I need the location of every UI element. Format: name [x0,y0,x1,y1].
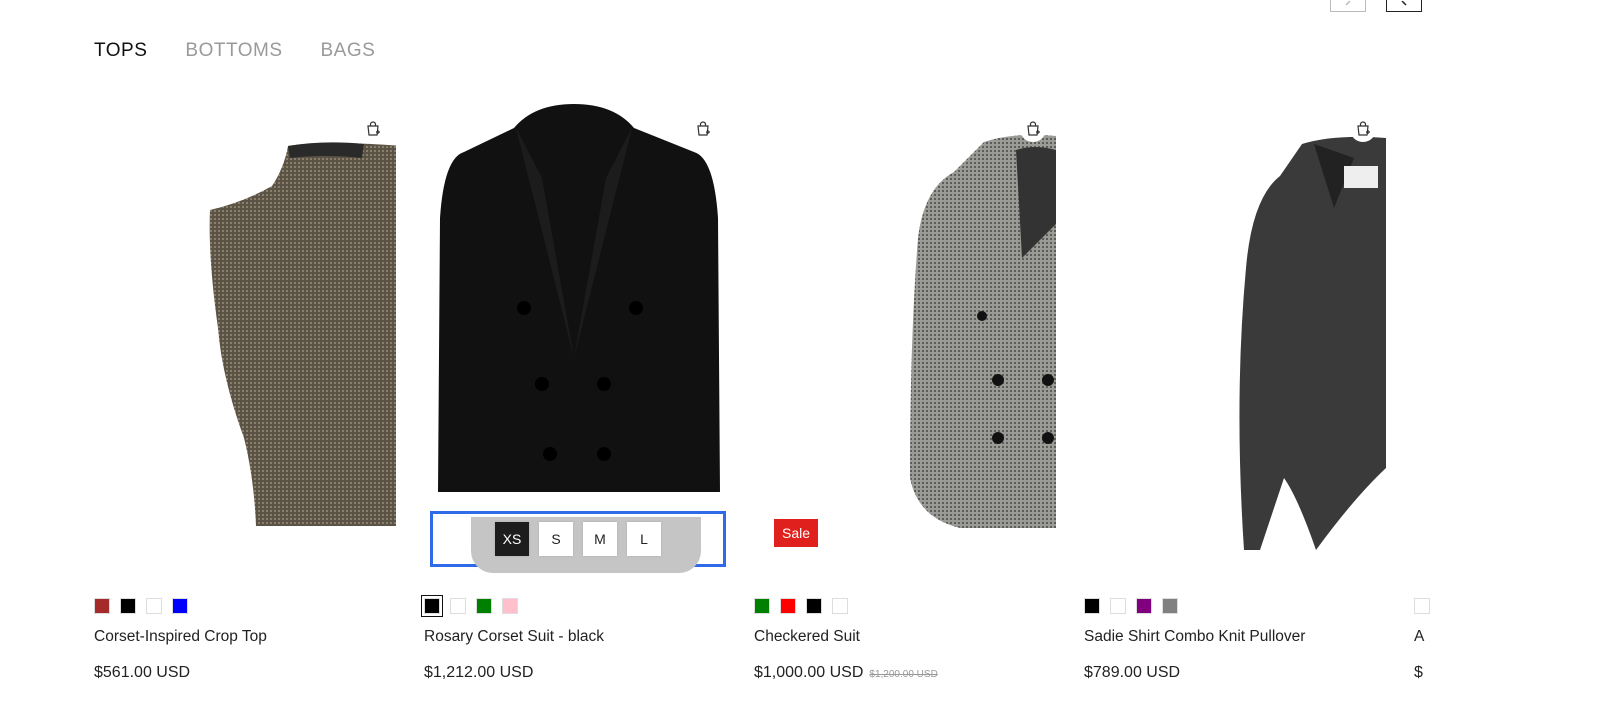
original-price: $1,200.00 USD [869,669,938,680]
product-card[interactable]: Sale Checkered Suit $1,000.00 USD $1,200.… [754,98,1056,681]
category-tabs: TOPS BOTTOMS BAGS [94,40,375,62]
color-swatch[interactable] [450,598,466,614]
color-swatches [421,595,518,617]
color-swatch[interactable] [476,598,492,614]
color-swatch[interactable] [120,598,136,614]
product-price: $1,212.00 USD [424,664,533,682]
tab-bags[interactable]: BAGS [321,40,376,62]
size-option-l[interactable]: L [627,522,661,556]
product-name[interactable]: A [1414,628,1424,646]
carousel-arrows [1330,0,1422,12]
price: $ [1414,664,1423,681]
color-swatch[interactable] [806,598,822,614]
color-swatch[interactable] [1136,598,1152,614]
add-to-cart-icon [697,121,710,136]
product-price: $561.00 USD [94,664,190,682]
color-swatch[interactable] [832,598,848,614]
carousel-prev-button[interactable] [1330,0,1366,12]
product-name[interactable]: Corset-Inspired Crop Top [94,628,267,646]
color-swatches [1084,598,1178,614]
knit-top-image [209,142,402,526]
chevron-left-icon [1345,1,1351,6]
color-swatch[interactable] [754,598,770,614]
color-swatch[interactable] [1110,598,1126,614]
size-selector: XS S M L [430,511,726,573]
price: $789.00 USD [1084,664,1181,681]
size-options: XS S M L [495,522,661,556]
product-card[interactable]: Sadie Shirt Combo Knit Pullover $789.00 … [1084,98,1386,681]
chevron-right-icon [1401,1,1407,6]
color-swatch[interactable] [502,598,518,614]
color-swatches [94,598,188,614]
color-swatch[interactable] [780,598,796,614]
price: $1,212.00 USD [424,664,534,681]
pullover-image [1239,136,1386,550]
color-swatches [1414,598,1430,614]
product-card[interactable]: XS S M L Rosary Corset Suit - black $1,2… [421,98,726,681]
tab-tops[interactable]: TOPS [94,40,147,62]
product-image[interactable]: XS S M L [424,98,726,573]
product-name[interactable]: Checkered Suit [754,628,860,646]
product-grid: Corset-Inspired Crop Top $561.00 USD XS … [94,98,1454,717]
add-to-cart-icon [367,121,380,136]
blazer-image [438,104,720,492]
color-swatches [754,598,848,614]
size-option-s[interactable]: S [539,522,573,556]
size-option-m[interactable]: M [583,522,617,556]
price: $561.00 USD [94,664,191,681]
checkered-blazer-image [910,134,1056,528]
product-price: $789.00 USD [1084,664,1180,682]
add-to-cart-button[interactable] [360,116,386,142]
add-to-cart-button[interactable] [690,116,716,142]
product-name[interactable]: Sadie Shirt Combo Knit Pullover [1084,628,1305,646]
size-option-xs[interactable]: XS [495,522,529,556]
color-swatch[interactable] [146,598,162,614]
color-swatch[interactable] [94,598,110,614]
add-to-cart-icon [1357,121,1370,136]
price: $1,000.00 USD [754,664,864,681]
sale-badge: Sale [774,519,819,547]
add-to-cart-icon [1027,121,1040,136]
tab-bottoms[interactable]: BOTTOMS [185,40,282,62]
color-swatch[interactable] [1084,598,1100,614]
color-swatch[interactable] [172,598,188,614]
color-swatch-selected[interactable] [421,595,443,617]
product-price: $1,000.00 USD $1,200.00 USD [754,664,938,682]
product-name[interactable]: Rosary Corset Suit - black [424,628,604,646]
product-image[interactable]: Sale [754,98,1056,568]
product-price: $ [1414,664,1423,682]
product-card[interactable]: Corset-Inspired Crop Top $561.00 USD [94,98,402,681]
product-image[interactable] [1084,98,1386,568]
product-image[interactable] [94,98,402,568]
add-to-cart-button[interactable] [1020,116,1046,142]
add-to-cart-button[interactable] [1350,116,1376,142]
carousel-next-button[interactable] [1386,0,1422,12]
color-swatch[interactable] [1414,598,1430,614]
color-swatch[interactable] [1162,598,1178,614]
